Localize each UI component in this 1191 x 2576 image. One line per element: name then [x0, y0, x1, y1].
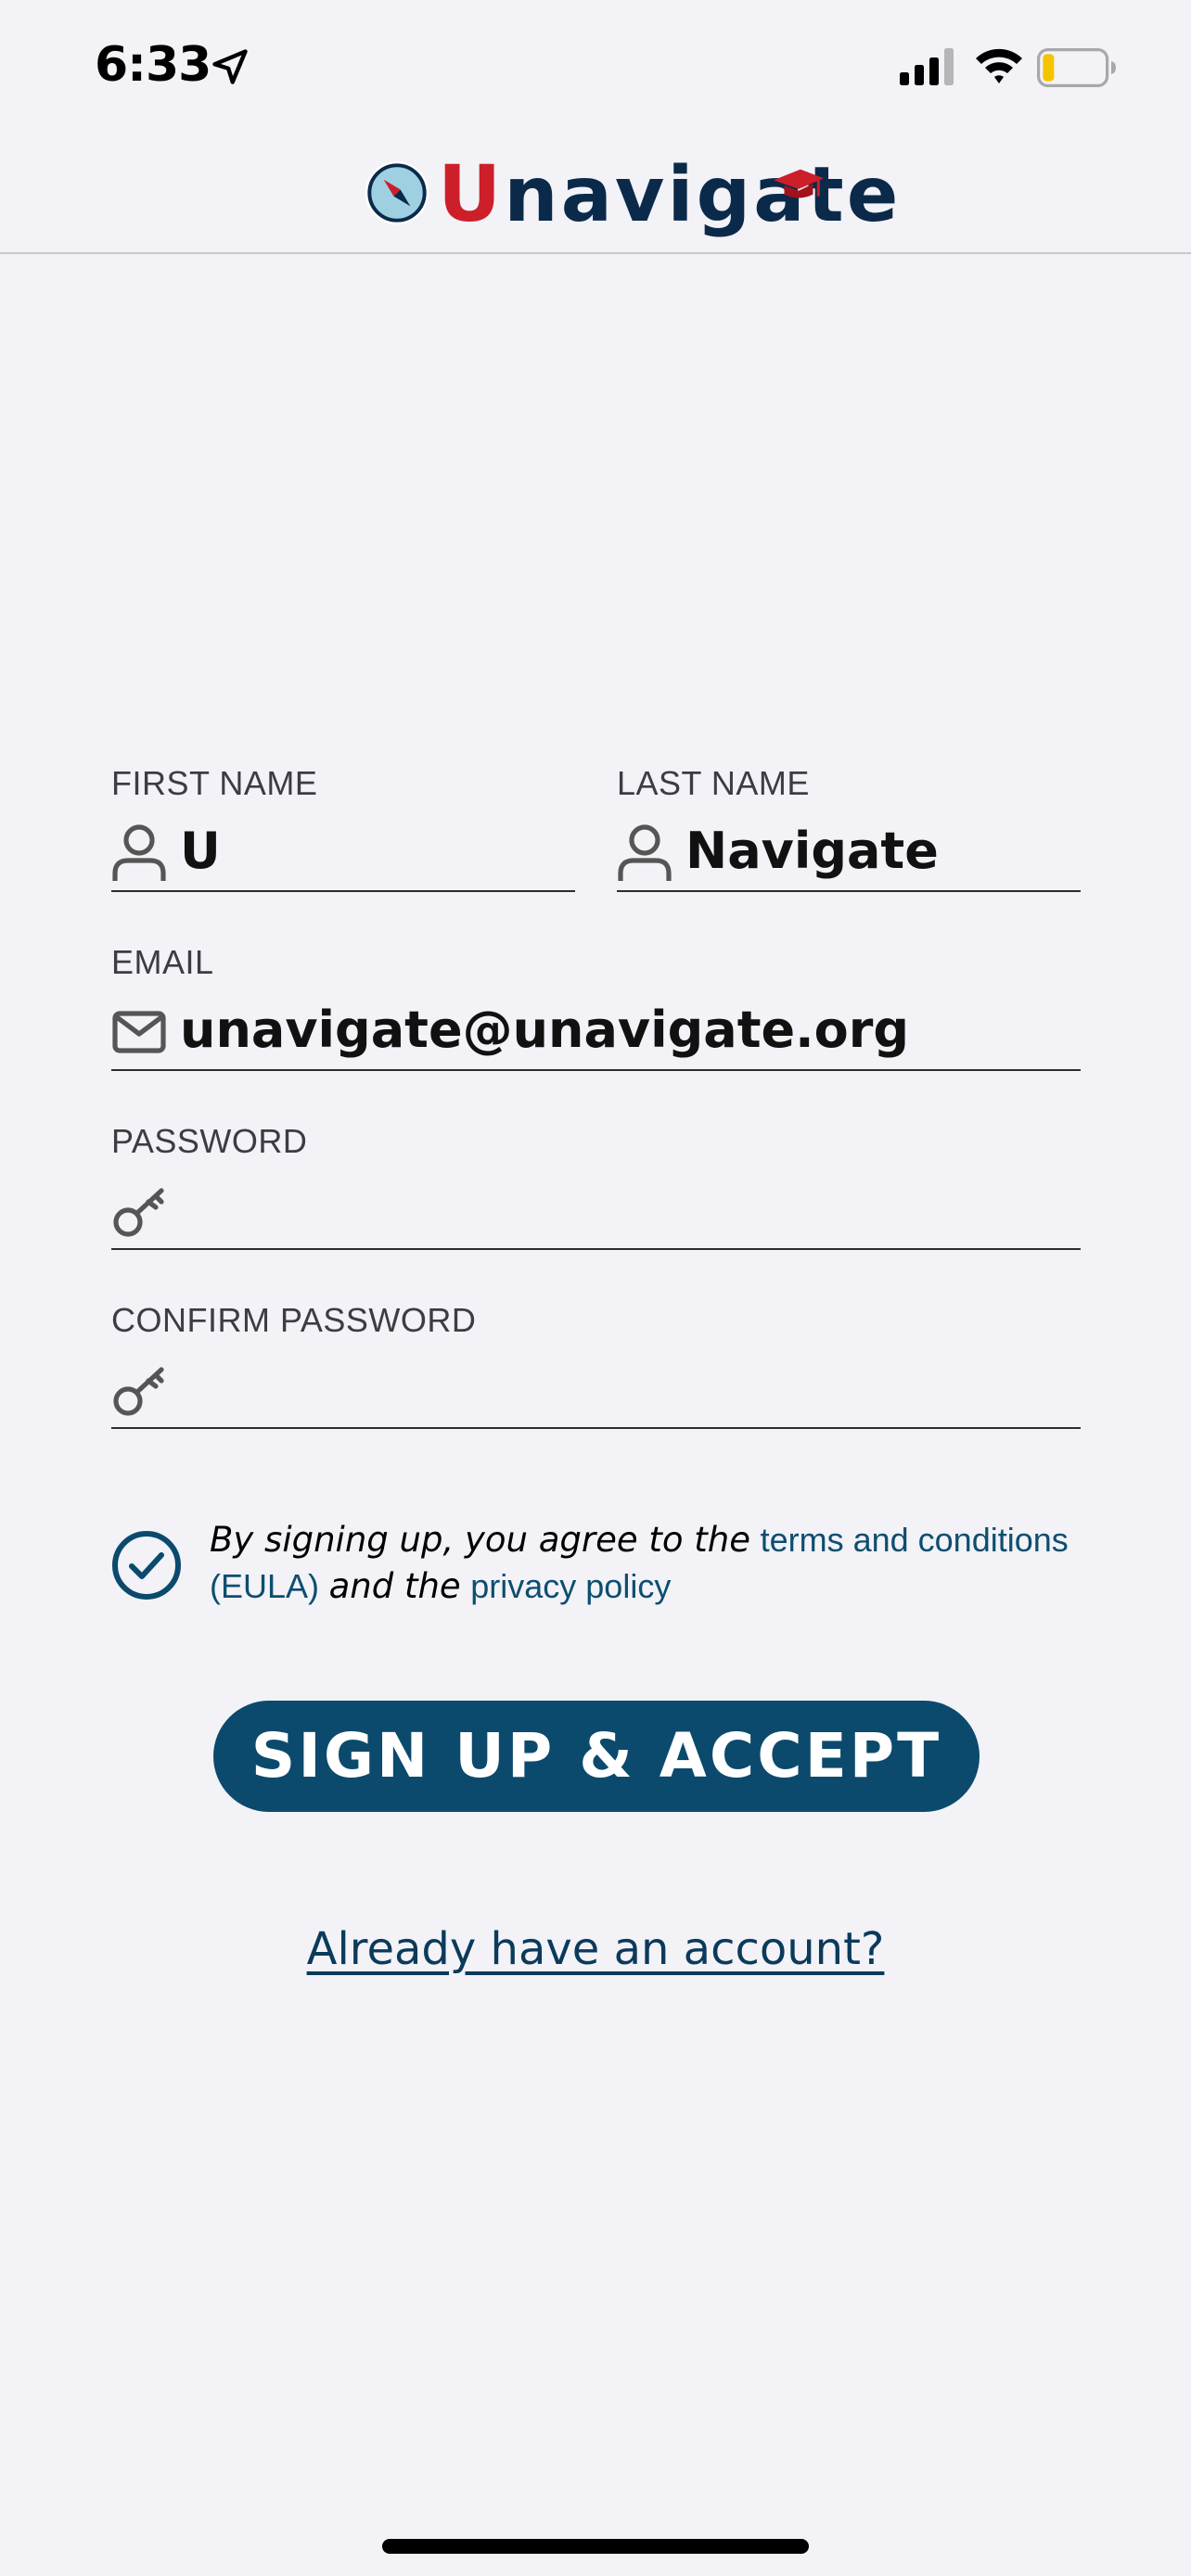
home-indicator[interactable] — [382, 2539, 809, 2554]
signup-screen: 6:33 Unavigate FIRST NAME U LAST NAME Na… — [0, 0, 1191, 2576]
last-name-input[interactable] — [685, 810, 1081, 890]
password-label: PASSWORD — [111, 1122, 308, 1160]
password-row — [111, 1168, 1081, 1250]
last-name-row — [617, 810, 1081, 892]
terms-agreement: By signing up, you agree to the terms an… — [111, 1517, 1095, 1619]
compass-icon — [365, 160, 429, 225]
sign-up-accept-button[interactable]: SIGN UP & ACCEPT — [213, 1701, 980, 1812]
person-icon — [618, 824, 672, 881]
cellular-signal-icon — [900, 48, 954, 85]
privacy-link[interactable]: privacy policy — [470, 1567, 671, 1605]
location-arrow-icon — [212, 49, 248, 84]
unavigate-logo: Unavigate — [364, 148, 898, 239]
logo-wordmark: Unavigate — [438, 148, 902, 239]
status-time: 6:33 — [95, 37, 211, 93]
password-field: PASSWORD — [111, 1122, 1081, 1257]
email-field: EMAIL — [111, 943, 1081, 1078]
key-icon — [113, 1367, 164, 1416]
first-name-input[interactable] — [180, 810, 575, 890]
confirm-password-row — [111, 1347, 1081, 1429]
confirm-password-label: CONFIRM PASSWORD — [111, 1301, 477, 1339]
key-icon — [113, 1188, 164, 1237]
first-name-row — [111, 810, 575, 892]
app-header: Unavigate — [0, 130, 1191, 254]
email-input[interactable] — [180, 989, 1081, 1069]
last-name-label: LAST NAME — [617, 764, 810, 802]
wifi-icon — [976, 48, 1022, 83]
battery-low-icon — [1037, 48, 1116, 87]
confirm-password-input[interactable] — [180, 1347, 1081, 1427]
first-name-label: FIRST NAME — [111, 764, 318, 802]
last-name-field: LAST NAME — [617, 764, 1081, 899]
status-bar: 6:33 — [0, 0, 1191, 130]
first-name-field: FIRST NAME — [111, 764, 575, 899]
confirm-password-field: CONFIRM PASSWORD — [111, 1301, 1081, 1436]
password-input[interactable] — [180, 1168, 1081, 1248]
agree-checkbox-checked-icon[interactable] — [111, 1530, 182, 1600]
email-row — [111, 989, 1081, 1071]
envelope-icon — [112, 1011, 166, 1053]
already-have-account-link[interactable]: Already have an account? — [0, 1923, 1191, 1975]
email-label: EMAIL — [111, 943, 214, 981]
agreement-text: By signing up, you agree to the terms an… — [210, 1517, 1100, 1610]
person-icon — [112, 824, 166, 881]
agreement-text-part-1: By signing up, you agree to the — [210, 1520, 751, 1560]
graduation-cap-icon — [773, 169, 825, 198]
agreement-text-part-2: and the — [328, 1566, 461, 1606]
